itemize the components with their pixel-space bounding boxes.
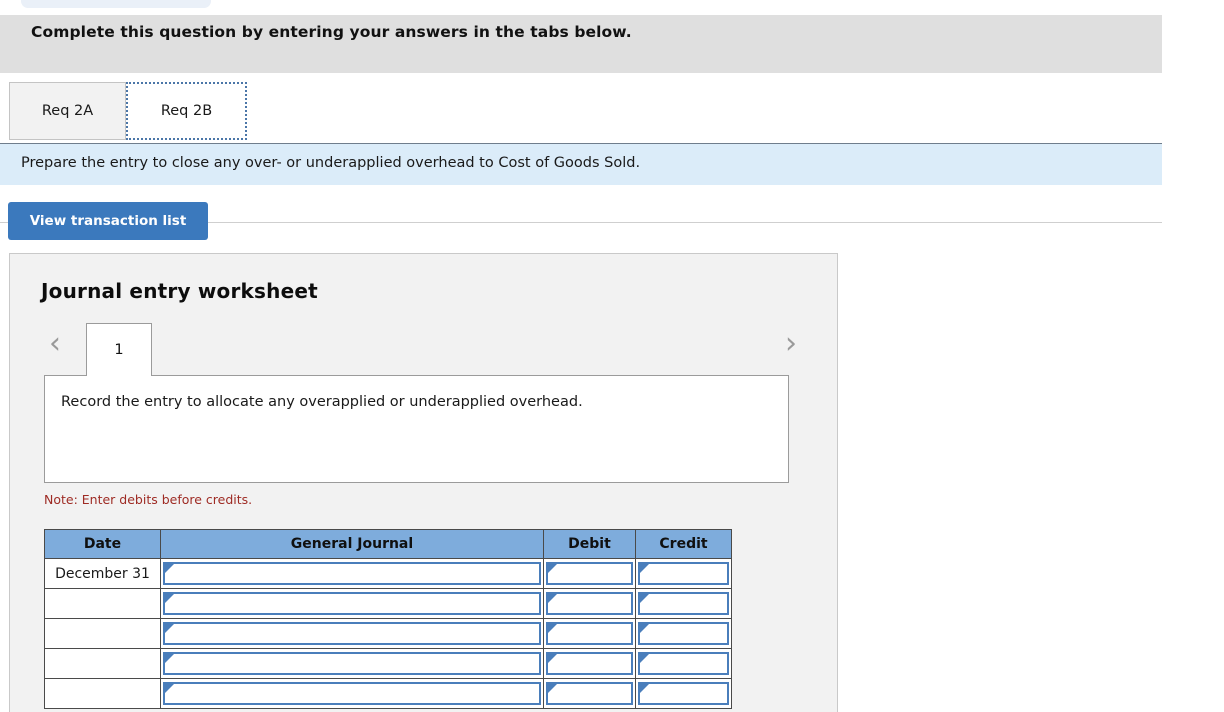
column-header-date: Date [44,529,161,559]
general-journal-input[interactable] [163,562,541,585]
column-header-debit: Debit [543,529,636,559]
view-transaction-list-button[interactable]: View transaction list [8,202,208,240]
credit-input[interactable] [638,592,729,615]
column-header-general-journal: General Journal [160,529,544,559]
general-journal-input[interactable] [163,682,541,705]
debit-input[interactable] [546,592,633,615]
worksheet-title: Journal entry worksheet [41,279,318,303]
general-journal-input[interactable] [163,652,541,675]
cell-credit[interactable] [635,588,732,619]
cell-credit[interactable] [635,648,732,679]
top-cutoff-pill [21,0,211,8]
table-row [44,618,732,649]
tab-req-2a-label: Req 2A [41,103,94,119]
cell-general-journal[interactable] [160,648,544,679]
cell-general-journal[interactable] [160,618,544,649]
cell-general-journal[interactable] [160,678,544,709]
debits-before-credits-note: Note: Enter debits before credits. [44,492,253,507]
cell-date[interactable] [44,588,161,619]
cell-debit[interactable] [543,648,636,679]
cell-debit[interactable] [543,558,636,589]
table-row [44,648,732,679]
chevron-left-icon[interactable]: ‹ [38,328,72,362]
credit-input[interactable] [638,622,729,645]
worksheet-page-tab-1[interactable]: 1 [86,323,152,376]
cell-general-journal[interactable] [160,558,544,589]
cell-date: December 31 [44,558,161,589]
cell-date[interactable] [44,618,161,649]
column-header-credit: Credit [635,529,732,559]
worksheet-description-box [44,375,789,483]
journal-entry-table: Date General Journal Debit Credit Decemb… [44,529,732,709]
credit-input[interactable] [638,652,729,675]
table-header-row: Date General Journal Debit Credit [44,529,732,559]
table-row: December 31 [44,558,732,589]
table-row [44,588,732,619]
cell-general-journal[interactable] [160,588,544,619]
credit-input[interactable] [638,562,729,585]
cell-debit[interactable] [543,618,636,649]
cell-date[interactable] [44,678,161,709]
instruction-text: Prepare the entry to close any over- or … [21,155,641,171]
tab-req-2b[interactable]: Req 2B [126,82,247,140]
cell-date[interactable] [44,648,161,679]
tab-req-2a[interactable]: Req 2A [9,82,126,140]
cell-debit[interactable] [543,678,636,709]
general-journal-input[interactable] [163,622,541,645]
debit-input[interactable] [546,652,633,675]
credit-input[interactable] [638,682,729,705]
cell-debit[interactable] [543,588,636,619]
chevron-right-icon[interactable]: › [774,328,808,362]
cell-credit[interactable] [635,618,732,649]
question-banner-text: Complete this question by entering your … [31,23,632,41]
worksheet-page-tab-1-label: 1 [114,342,124,358]
tab-req-2b-label: Req 2B [160,103,213,119]
debit-input[interactable] [546,682,633,705]
worksheet-description-text: Record the entry to allocate any overapp… [61,394,583,410]
debit-input[interactable] [546,622,633,645]
table-row [44,678,732,709]
cell-credit[interactable] [635,558,732,589]
debit-input[interactable] [546,562,633,585]
cell-credit[interactable] [635,678,732,709]
general-journal-input[interactable] [163,592,541,615]
